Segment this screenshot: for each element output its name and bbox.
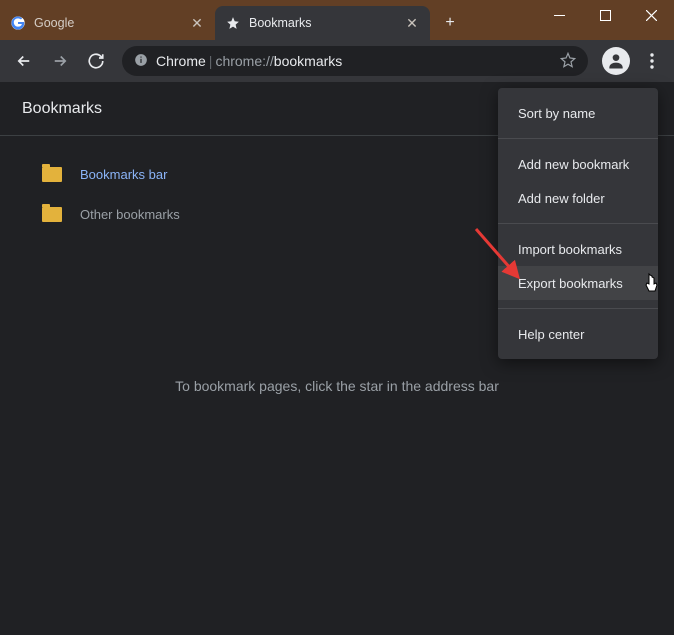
toolbar: Chrome | chrome://bookmarks xyxy=(0,40,674,82)
maximize-button[interactable] xyxy=(582,0,628,30)
folder-label: Other bookmarks xyxy=(80,207,180,222)
google-favicon xyxy=(10,15,26,31)
tab-title: Google xyxy=(34,16,189,30)
folder-icon xyxy=(42,207,62,222)
menu-divider xyxy=(498,223,658,224)
folder-label: Bookmarks bar xyxy=(80,167,167,182)
bookmark-star-icon[interactable] xyxy=(560,52,576,71)
url-separator: | xyxy=(209,53,213,69)
tab-title: Bookmarks xyxy=(249,16,404,30)
star-favicon xyxy=(225,15,241,31)
menu-add-folder[interactable]: Add new folder xyxy=(498,181,658,215)
window-controls xyxy=(536,0,674,30)
menu-import-bookmarks[interactable]: Import bookmarks xyxy=(498,232,658,266)
back-button[interactable] xyxy=(8,45,40,77)
organize-menu: Sort by name Add new bookmark Add new fo… xyxy=(498,88,658,359)
close-tab-icon[interactable]: ✕ xyxy=(404,15,420,31)
menu-add-bookmark[interactable]: Add new bookmark xyxy=(498,147,658,181)
url-page: bookmarks xyxy=(274,53,342,69)
minimize-button[interactable] xyxy=(536,0,582,30)
tab-bookmarks[interactable]: Bookmarks ✕ xyxy=(215,6,430,40)
empty-hint: To bookmark pages, click the star in the… xyxy=(0,378,674,394)
page-title: Bookmarks xyxy=(22,100,102,118)
close-tab-icon[interactable]: ✕ xyxy=(189,15,205,31)
titlebar: Google ✕ Bookmarks ✕ + xyxy=(0,0,674,40)
close-window-button[interactable] xyxy=(628,0,674,30)
menu-export-bookmarks[interactable]: Export bookmarks xyxy=(498,266,658,300)
reload-button[interactable] xyxy=(80,45,112,77)
chrome-menu-button[interactable] xyxy=(638,47,666,75)
menu-divider xyxy=(498,138,658,139)
folder-icon xyxy=(42,167,62,182)
menu-divider xyxy=(498,308,658,309)
url-prefix: chrome:// xyxy=(215,53,273,69)
menu-help-center[interactable]: Help center xyxy=(498,317,658,351)
address-bar[interactable]: Chrome | chrome://bookmarks xyxy=(122,46,588,76)
profile-avatar[interactable] xyxy=(602,47,630,75)
site-info-icon[interactable] xyxy=(134,53,148,70)
tab-google[interactable]: Google ✕ xyxy=(0,6,215,40)
new-tab-button[interactable]: + xyxy=(436,9,464,37)
url-scheme: Chrome xyxy=(156,53,206,69)
menu-sort-by-name[interactable]: Sort by name xyxy=(498,96,658,130)
forward-button[interactable] xyxy=(44,45,76,77)
